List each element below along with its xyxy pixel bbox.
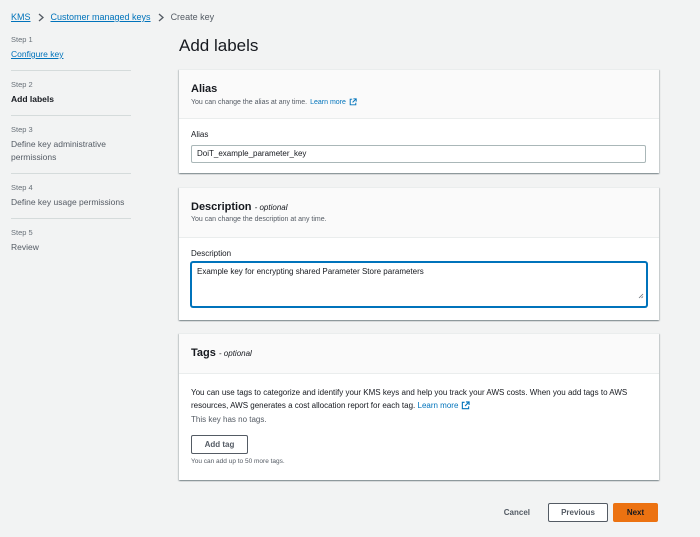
tags-title-text: Tags [191,347,216,359]
page-title: Add labels [179,36,259,55]
tags-panel-header: Tags - optional [179,334,659,374]
breadcrumb-kms[interactable]: KMS [11,12,31,22]
description-title-text: Description [191,201,252,213]
description-panel-header: Description - optional You can change th… [179,188,659,238]
alias-learn-more-link[interactable]: Learn more [310,98,357,106]
description-textarea[interactable]: Example key for encrypting shared Parame… [191,262,647,307]
wizard-steps: Step 1 Configure key Step 2 Add labels S… [11,35,131,272]
cancel-button[interactable]: Cancel [504,508,530,517]
description-panel-title: Description - optional [191,201,647,213]
step-number: Step 1 [11,35,33,44]
step-define-admin-permissions: Define key administrative permissions [11,139,106,162]
tags-learn-more-link[interactable]: Learn more [418,399,471,412]
alias-input[interactable] [191,144,646,163]
tags-panel-title: Tags - optional [191,347,647,359]
chevron-right-icon [38,13,44,22]
step-number: Step 2 [11,80,33,89]
learn-more-label: Learn more [310,98,346,106]
step-1: Step 1 Configure key [11,35,131,71]
wizard-footer: Cancel Previous Next [504,503,658,522]
tags-panel: Tags - optional You can use tags to cate… [179,333,659,480]
tags-body-text: You can use tags to categorize and ident… [191,388,628,410]
breadcrumb: KMS Customer managed keys Create key [11,10,214,24]
learn-more-label: Learn more [417,401,459,410]
description-textarea-wrap: Example key for encrypting shared Parame… [191,262,647,307]
alias-desc-text: You can change the alias at any time. [191,98,308,106]
description-panel-desc: You can change the description at any ti… [191,216,327,223]
description-field-label: Description [191,249,232,258]
add-tag-button[interactable]: Add tag [191,435,248,454]
no-tags-text: This key has no tags. [191,415,267,424]
external-link-icon [461,401,471,410]
alias-panel-description: You can change the alias at any time. Le… [191,98,647,106]
description-panel: Description - optional You can change th… [179,187,659,320]
step-add-labels: Add labels [11,94,54,104]
breadcrumb-customer-managed-keys[interactable]: Customer managed keys [51,12,151,22]
previous-button[interactable]: Previous [548,503,608,522]
alias-field-label: Alias [191,130,209,139]
external-link-icon [349,98,357,106]
step-2: Step 2 Add labels [11,80,131,116]
alias-panel: Alias You can change the alias at any ti… [179,69,659,173]
next-button[interactable]: Next [613,503,658,522]
step-5: Step 5 Review [11,228,131,263]
tags-panel-body: You can use tags to categorize and ident… [179,374,659,475]
description-panel-body: Description Example key for encrypting s… [179,238,659,317]
step-4: Step 4 Define key usage permissions [11,183,131,219]
breadcrumb-current: Create key [170,12,215,22]
resize-handle-icon[interactable] [638,286,644,304]
step-number: Step 3 [11,125,33,134]
step-3: Step 3 Define key administrative permiss… [11,125,131,174]
alias-panel-header: Alias You can change the alias at any ti… [179,70,659,119]
step-review: Review [11,242,39,252]
optional-label: - optional [254,203,288,212]
alias-panel-title: Alias [191,83,218,95]
alias-panel-body: Alias [179,119,659,173]
step-configure-key-link[interactable]: Configure key [11,48,131,61]
step-number: Step 4 [11,183,33,192]
step-number: Step 5 [11,228,33,237]
tags-info-text: You can use tags to categorize and ident… [191,386,647,412]
chevron-right-icon [158,13,164,22]
step-define-usage-permissions: Define key usage permissions [11,197,125,207]
optional-label: - optional [218,349,252,358]
tag-limit-text: You can add up to 50 more tags. [191,458,285,465]
